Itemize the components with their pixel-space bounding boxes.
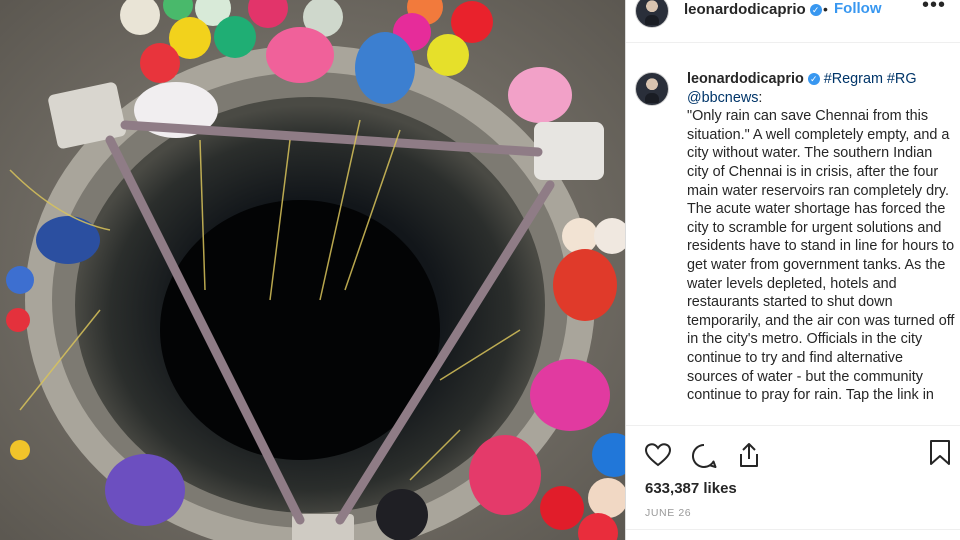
more-options-icon[interactable]: •••	[922, 0, 946, 17]
header-separator: •	[823, 1, 828, 17]
heart-icon[interactable]	[644, 443, 672, 472]
post-sidebar: leonardodicaprio ✓ • Follow ••• leonardod…	[626, 0, 960, 540]
header-username[interactable]: leonardodicaprio ✓	[684, 1, 822, 18]
header-username-text[interactable]: leonardodicaprio	[684, 1, 806, 18]
likes-count[interactable]: 633,387 likes	[645, 480, 737, 497]
avatar[interactable]	[635, 0, 669, 28]
caption-username[interactable]: leonardodicaprio ✓	[687, 71, 820, 87]
caption-body: : "Only rain can save Chennai from this …	[687, 89, 955, 404]
follow-button[interactable]: Follow	[834, 0, 882, 17]
post-header: leonardodicaprio ✓ • Follow •••	[626, 0, 960, 43]
comment-icon[interactable]	[691, 443, 717, 474]
caption-text: leonardodicaprio ✓ #Regram #RG @bbcnews: …	[687, 70, 955, 405]
actions-divider	[626, 425, 960, 426]
post-photo[interactable]	[0, 0, 625, 540]
bottom-divider	[626, 529, 960, 530]
caption-avatar[interactable]	[635, 72, 669, 106]
share-icon[interactable]	[737, 442, 761, 473]
verified-badge-icon: ✓	[809, 4, 822, 16]
bookmark-icon[interactable]	[930, 440, 950, 471]
well-photo-illustration	[0, 0, 625, 540]
caption-username-text[interactable]: leonardodicaprio	[687, 71, 804, 87]
post-date[interactable]: JUNE 26	[645, 507, 691, 519]
caption-hashtags[interactable]: #Regram #RG	[824, 71, 917, 87]
caption-area: leonardodicaprio ✓ #Regram #RG @bbcnews: …	[626, 44, 960, 425]
verified-badge-icon: ✓	[807, 73, 820, 85]
caption-mention[interactable]: @bbcnews	[687, 90, 758, 106]
